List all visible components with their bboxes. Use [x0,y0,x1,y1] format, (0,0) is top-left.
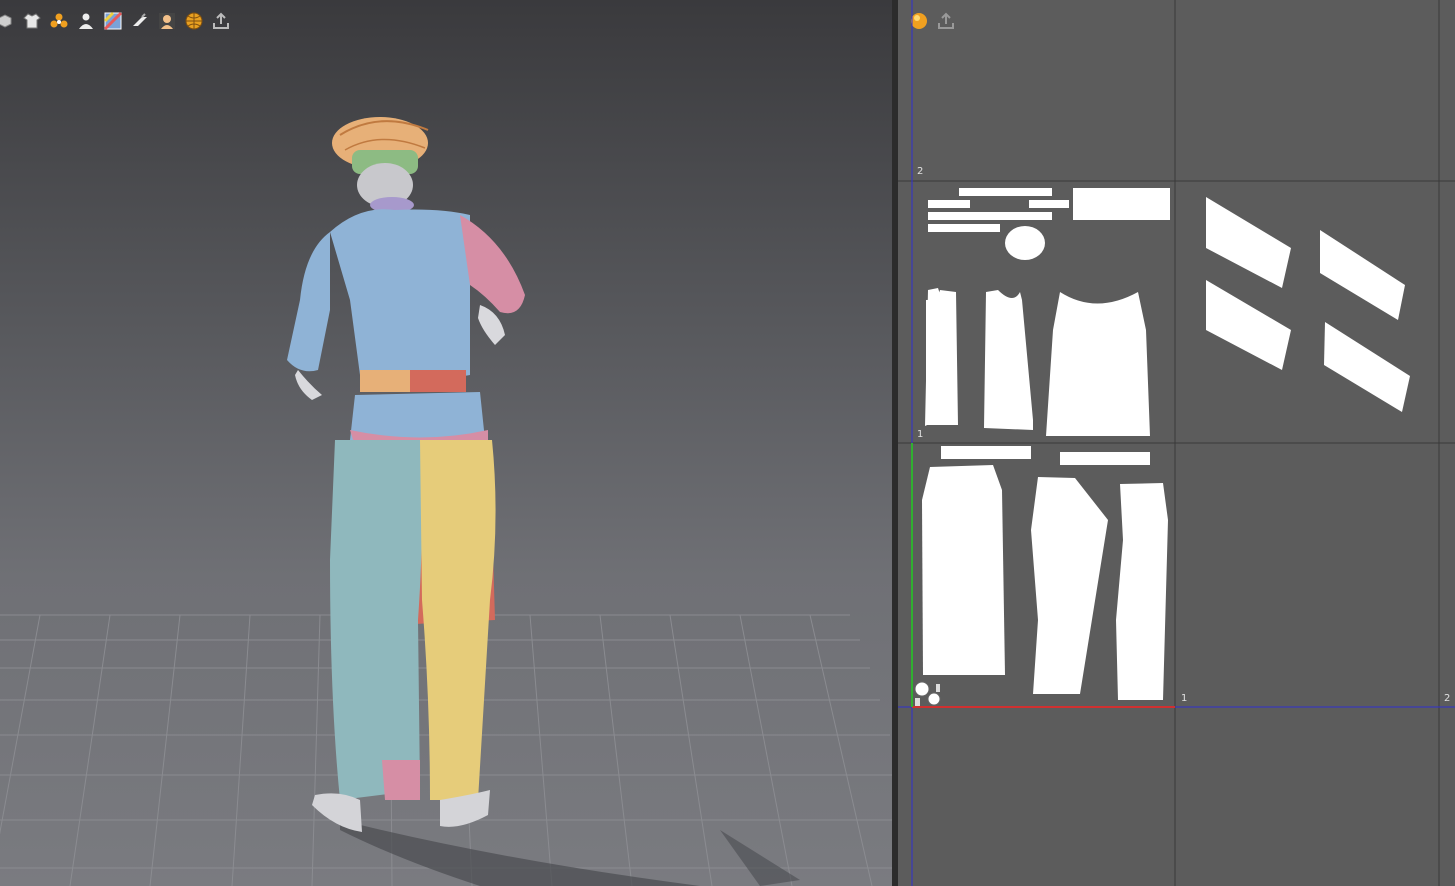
axis-handle-icon[interactable] [914,681,941,706]
3d-viewport[interactable] [0,0,892,886]
avatar-figure[interactable] [0,0,892,886]
grid-label-bottom-right: 2 [1444,693,1451,704]
grid-label-mid-left: 1 [917,429,924,440]
grid-label-top-left: 2 [917,166,924,177]
pattern-canvas[interactable] [898,0,1455,886]
2d-pattern-viewport[interactable]: 2 1 1 2 [898,0,1455,886]
pattern-pieces [922,188,1410,700]
grid-label-bottom-center: 1 [1181,693,1188,704]
